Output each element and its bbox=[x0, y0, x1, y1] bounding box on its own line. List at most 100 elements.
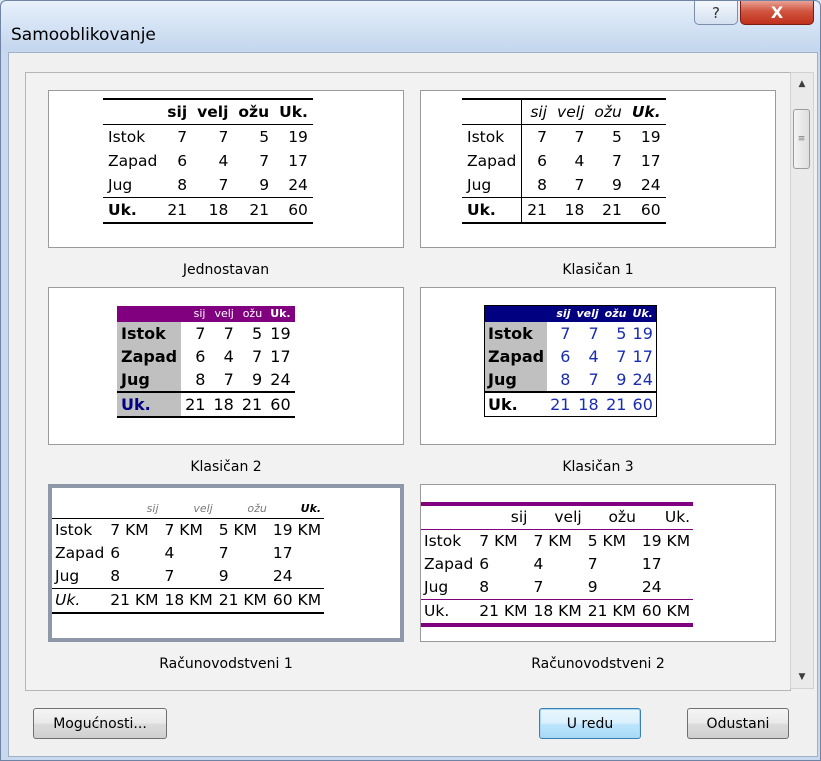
row-label: Jug bbox=[462, 173, 523, 198]
table-header: sij bbox=[181, 306, 210, 322]
table-cell: 7 bbox=[537, 128, 548, 146]
dialog-title: Samooblikovanje bbox=[11, 25, 156, 45]
format-label: Jednostavan bbox=[182, 262, 270, 278]
table-cell: 9 bbox=[587, 578, 598, 596]
table-cell: 60 bbox=[266, 391, 295, 418]
table-cell: 19 bbox=[640, 128, 661, 146]
table-cell: 18 KM bbox=[530, 599, 585, 627]
table-cell: 8 bbox=[560, 370, 571, 389]
format-preview[interactable]: sij velj ožu Uk. Istok 7 7 5 19 Zapad 6 … bbox=[48, 90, 404, 248]
table-cell: 17 bbox=[288, 152, 308, 170]
row-label: Zapad bbox=[55, 544, 105, 562]
table-cell: 9 bbox=[611, 176, 622, 194]
table-header: velj bbox=[552, 98, 590, 125]
table-cell: 21 bbox=[162, 197, 193, 224]
table-cell: 60 KM bbox=[638, 599, 694, 627]
table-cell: 60 bbox=[629, 391, 657, 417]
row-label: Istok bbox=[55, 521, 93, 539]
table-cell: 7 bbox=[218, 544, 229, 562]
format-preview[interactable]: sij velj ožu Uk. Istok 7 7 5 19 Zapad 6 … bbox=[420, 90, 776, 248]
table-cell: 9 bbox=[259, 176, 270, 194]
help-icon[interactable]: ? bbox=[694, 1, 738, 25]
close-icon[interactable]: X bbox=[740, 1, 814, 25]
table-cell: 21 KM bbox=[215, 588, 270, 614]
table-cell: 7 bbox=[560, 324, 571, 343]
row-label: Jug bbox=[55, 567, 80, 585]
table-header: velj bbox=[530, 502, 585, 530]
table-header: velj bbox=[192, 98, 234, 125]
format-preview-selected[interactable]: sij velj ožu Uk. Istok 7 KM 7 KM 5 KM 19… bbox=[48, 484, 404, 642]
table-cell: 7 bbox=[218, 128, 229, 146]
table-cell: 8 bbox=[537, 176, 548, 194]
table-cell: 8 bbox=[195, 370, 206, 389]
table-cell: 60 KM bbox=[269, 588, 325, 614]
row-label: Zapad bbox=[108, 152, 158, 170]
table-header: ožu bbox=[584, 502, 639, 530]
scroll-down-icon[interactable]: ▼ bbox=[791, 668, 813, 686]
row-label: Zapad bbox=[117, 345, 182, 368]
table-cell: 21 bbox=[237, 391, 267, 418]
table-cell: 18 bbox=[209, 391, 238, 418]
row-label: Jug bbox=[424, 578, 449, 596]
table-cell: 7 bbox=[223, 324, 234, 343]
row-label: Zapad bbox=[484, 345, 548, 368]
table-cell: 5 bbox=[252, 324, 263, 343]
preview-table: sij velj ožu Uk. Istok 7 KM 7 KM 5 KM 19… bbox=[52, 500, 325, 614]
table-cell: 7 bbox=[252, 347, 263, 366]
format-label: Klasičan 3 bbox=[562, 459, 634, 475]
table-cell: 19 bbox=[632, 324, 653, 343]
table-cell: 21 bbox=[589, 197, 627, 224]
table-cell: 17 bbox=[640, 152, 661, 170]
options-button[interactable]: Mogućnosti... bbox=[33, 708, 167, 739]
table-cell: 17 bbox=[272, 544, 293, 562]
table-cell: 7 bbox=[611, 152, 622, 170]
table-cell: 19 bbox=[270, 324, 291, 343]
table-cell: 9 bbox=[252, 370, 263, 389]
table-header: sij bbox=[476, 502, 531, 530]
scroll-thumb[interactable]: ≡ bbox=[793, 109, 810, 169]
table-cell: 6 bbox=[560, 347, 571, 366]
row-label: Jug bbox=[108, 176, 133, 194]
table-cell: 8 bbox=[479, 578, 490, 596]
table-header: ožu bbox=[589, 98, 627, 125]
row-label: Jug bbox=[117, 368, 182, 392]
table-header: ožu bbox=[237, 306, 267, 322]
table-cell: 17 bbox=[632, 347, 653, 366]
format-preview[interactable]: sij velj ožu Uk. Istok 7 KM 7 KM 5 KM 19… bbox=[420, 484, 776, 642]
table-cell: 19 KM bbox=[272, 521, 322, 539]
table-cell: 18 KM bbox=[161, 588, 216, 614]
table-cell: 24 bbox=[270, 370, 291, 389]
table-header: Uk. bbox=[274, 98, 313, 125]
table-header: Uk. bbox=[626, 98, 666, 125]
table-cell: 24 bbox=[641, 578, 662, 596]
format-preview[interactable]: sij velj ožu Uk. Istok 7 7 5 19 Zapad 6 … bbox=[420, 287, 776, 445]
table-cell: 7 bbox=[616, 347, 627, 366]
preview-table: sij velj ožu Uk. Istok 7 KM 7 KM 5 KM 19… bbox=[421, 502, 694, 627]
table-cell: 5 bbox=[616, 324, 627, 343]
table-cell: 7 bbox=[588, 370, 599, 389]
table-header: velj bbox=[161, 500, 216, 519]
cancel-button[interactable]: Odustani bbox=[687, 708, 789, 739]
row-label: Uk. bbox=[52, 588, 108, 614]
table-cell: 7 bbox=[588, 324, 599, 343]
row-label: Jug bbox=[484, 368, 548, 392]
vertical-scrollbar[interactable]: ▲ ≡ ▼ bbox=[790, 72, 814, 689]
table-cell: 6 bbox=[479, 555, 490, 573]
format-gallery: sij velj ožu Uk. Istok 7 7 5 19 Zapad 6 … bbox=[25, 72, 791, 691]
ok-button[interactable]: U redu bbox=[539, 708, 641, 739]
format-label: Računovodstveni 2 bbox=[531, 656, 665, 672]
row-label: Istok bbox=[484, 322, 548, 345]
table-header: ožu bbox=[215, 500, 270, 519]
table-header: ožu bbox=[601, 305, 630, 322]
table-cell: 21 bbox=[181, 391, 210, 418]
table-header: sij bbox=[107, 500, 162, 519]
format-label: Klasičan 1 bbox=[562, 262, 634, 278]
scroll-up-icon[interactable]: ▲ bbox=[791, 75, 813, 93]
table-cell: 24 bbox=[272, 567, 293, 585]
table-cell: 4 bbox=[574, 152, 585, 170]
table-cell: 7 bbox=[533, 578, 544, 596]
table-cell: 7 bbox=[574, 128, 585, 146]
table-cell: 7 bbox=[218, 176, 229, 194]
row-label: Istok bbox=[424, 532, 462, 550]
format-preview[interactable]: sij velj ožu Uk. Istok 7 7 5 19 Zapad 6 … bbox=[48, 287, 404, 445]
